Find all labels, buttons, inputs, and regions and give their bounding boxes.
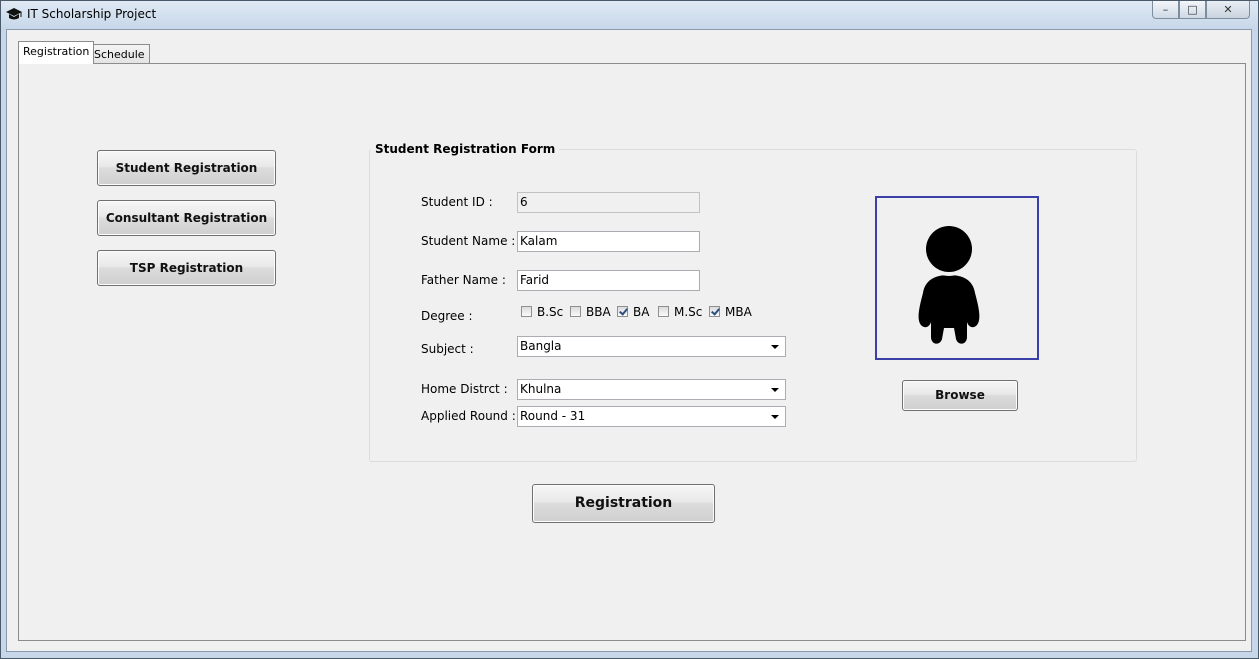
father-name-field[interactable]: Farid (517, 270, 700, 291)
mba-checkbox-box[interactable] (709, 306, 720, 317)
tab-registration[interactable]: Registration (18, 41, 95, 64)
chevron-down-icon[interactable] (771, 345, 779, 349)
subject-dropdown-value: Bangla (520, 339, 562, 353)
ba-checkbox-box[interactable] (617, 306, 628, 317)
student-registration-button-label: Student Registration (115, 161, 258, 175)
consultant-registration-button[interactable]: Consultant Registration (97, 200, 276, 236)
ba-checkbox-label: BA (633, 305, 650, 319)
subject-dropdown[interactable]: Bangla (517, 336, 786, 357)
graduation-cap-icon (6, 8, 22, 20)
person-silhouette-icon (918, 226, 980, 344)
subject-label: Subject : (421, 342, 474, 356)
minimize-icon: – (1162, 3, 1169, 16)
degree-label: Degree : (421, 309, 473, 323)
msc-checkbox-label: M.Sc (674, 305, 703, 319)
consultant-registration-button-label: Consultant Registration (105, 211, 268, 225)
registration-submit-button[interactable]: Registration (532, 484, 715, 523)
tsp-registration-button[interactable]: TSP Registration (97, 250, 276, 286)
maximize-icon: □ (1187, 3, 1198, 16)
tsp-registration-button-label: TSP Registration (129, 261, 244, 275)
title-bar[interactable]: IT Scholarship Project – □ ✕ (1, 1, 1258, 29)
chevron-down-icon[interactable] (771, 415, 779, 419)
browse-button-label: Browse (935, 388, 985, 402)
home-district-dropdown-value: Khulna (520, 382, 562, 396)
applied-round-label: Applied Round : (421, 409, 516, 423)
maximize-button[interactable]: □ (1179, 1, 1206, 19)
student-name-label: Student Name : (421, 234, 516, 248)
form-title: Student Registration Form (371, 142, 560, 156)
bba-checkbox-box[interactable] (570, 306, 581, 317)
home-district-dropdown[interactable]: Khulna (517, 379, 786, 400)
window-title: IT Scholarship Project (27, 7, 157, 21)
registration-submit-button-label: Registration (574, 495, 673, 511)
student-id-field: 6 (517, 192, 700, 213)
registration-tab-panel: Student Registration Consultant Registra… (18, 63, 1246, 641)
bsc-checkbox-box[interactable] (521, 306, 532, 317)
tab-registration-label: Registration (23, 45, 90, 58)
close-icon: ✕ (1223, 3, 1233, 16)
mba-checkbox-label: MBA (725, 305, 752, 319)
student-name-field[interactable]: Kalam (517, 231, 700, 252)
applied-round-dropdown[interactable]: Round - 31 (517, 406, 786, 427)
tab-schedule-label: Schedule (94, 48, 145, 61)
bsc-checkbox-label: B.Sc (537, 305, 564, 319)
client-area: Registration Schedule Student Registrati… (6, 29, 1252, 652)
student-id-label: Student ID : (421, 195, 493, 209)
chevron-down-icon[interactable] (771, 388, 779, 392)
home-district-label: Home Distrct : (421, 382, 508, 396)
bba-checkbox-label: BBA (586, 305, 611, 319)
tab-schedule[interactable]: Schedule (89, 44, 150, 64)
father-name-label: Father Name : (421, 273, 506, 287)
app-window: IT Scholarship Project – □ ✕ Registratio… (0, 0, 1259, 659)
msc-checkbox-box[interactable] (658, 306, 669, 317)
minimize-button[interactable]: – (1152, 1, 1179, 19)
applied-round-dropdown-value: Round - 31 (520, 409, 586, 423)
close-button[interactable]: ✕ (1206, 1, 1250, 19)
student-photo-frame (875, 196, 1039, 360)
browse-button[interactable]: Browse (902, 380, 1018, 411)
student-registration-button[interactable]: Student Registration (97, 150, 276, 186)
